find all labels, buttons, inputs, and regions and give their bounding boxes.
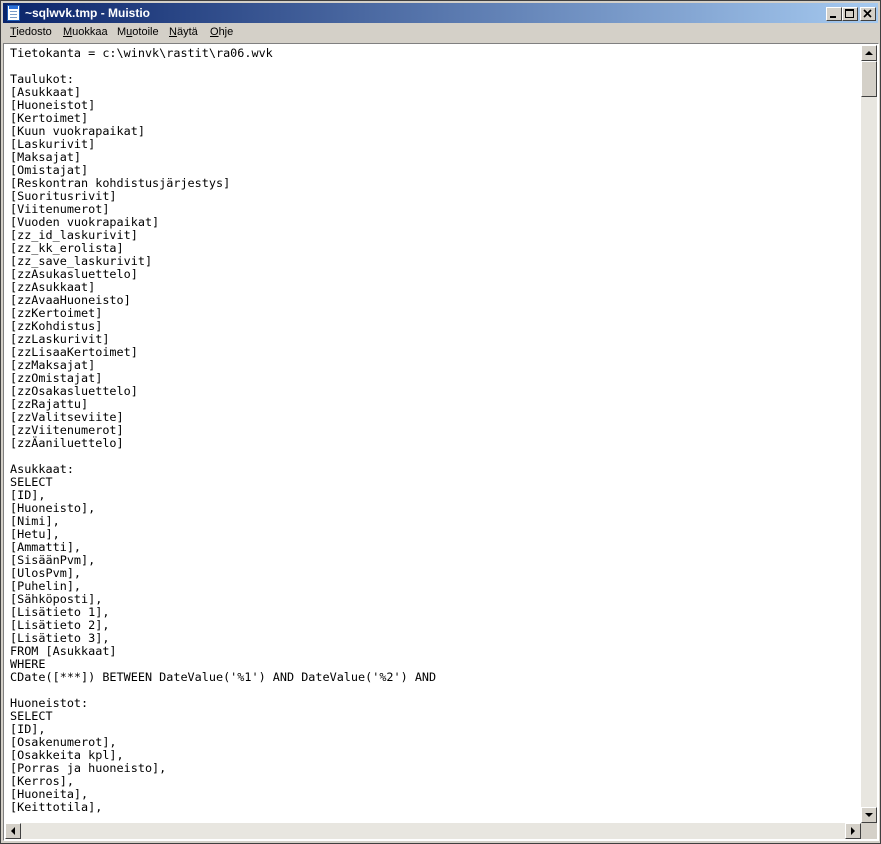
menu-ohje[interactable]: Ohje xyxy=(210,26,233,38)
menu-muotoile[interactable]: Muotoile xyxy=(117,26,159,38)
menu-nayta-label: äytä xyxy=(176,26,198,38)
scrollbar-corner xyxy=(861,823,877,839)
scroll-down-arrow-icon xyxy=(865,813,873,817)
editor-content[interactable]: Tietokanta = c:\winvk\rastit\ra06.wvk Ta… xyxy=(10,47,436,814)
close-button[interactable] xyxy=(860,7,876,21)
menu-muokkaa-label: uokkaa xyxy=(72,26,108,38)
scroll-left-button[interactable] xyxy=(5,823,21,839)
scroll-down-button[interactable] xyxy=(861,807,877,823)
menu-muokkaa[interactable]: Muokkaa xyxy=(63,26,108,38)
menu-nayta[interactable]: Näytä xyxy=(169,26,198,38)
scroll-right-arrow-icon xyxy=(851,827,855,835)
scroll-up-button[interactable] xyxy=(861,45,877,61)
notepad-window: ~sqlwvk.tmp - Muistio Tiedosto Muokkaa M… xyxy=(0,0,881,844)
menu-tiedosto[interactable]: Tiedosto xyxy=(10,26,52,38)
menu-bar: Tiedosto Muokkaa Muotoile Näytä Ohje xyxy=(3,24,878,42)
scroll-right-button[interactable] xyxy=(845,823,861,839)
menu-ohje-mnemonic: O xyxy=(210,26,219,38)
menu-muotoile-label: otoile xyxy=(132,26,159,38)
title-bar[interactable]: ~sqlwvk.tmp - Muistio xyxy=(3,3,878,23)
menu-muotoile-prefix: M xyxy=(117,26,127,38)
menu-muokkaa-mnemonic: M xyxy=(63,26,73,38)
menu-tiedosto-label: iedosto xyxy=(16,26,52,38)
scroll-left-arrow-icon xyxy=(11,827,15,835)
menu-ohje-label: hje xyxy=(218,26,234,38)
close-icon xyxy=(863,9,872,18)
minimize-button[interactable] xyxy=(826,7,842,21)
horizontal-scrollbar[interactable] xyxy=(5,823,861,839)
scroll-up-arrow-icon xyxy=(865,51,873,55)
minimize-icon xyxy=(830,16,836,18)
vertical-scrollbar[interactable] xyxy=(861,45,877,823)
vertical-scroll-thumb[interactable] xyxy=(861,61,877,97)
window-title: ~sqlwvk.tmp - Muistio xyxy=(25,6,151,20)
text-editor[interactable]: Tietokanta = c:\winvk\rastit\ra06.wvk Ta… xyxy=(5,45,861,823)
maximize-icon xyxy=(845,9,854,18)
maximize-button[interactable] xyxy=(842,7,858,21)
editor-frame: Tietokanta = c:\winvk\rastit\ra06.wvk Ta… xyxy=(3,43,879,841)
menu-nayta-mnemonic: N xyxy=(169,26,177,38)
notepad-icon[interactable] xyxy=(7,5,20,21)
